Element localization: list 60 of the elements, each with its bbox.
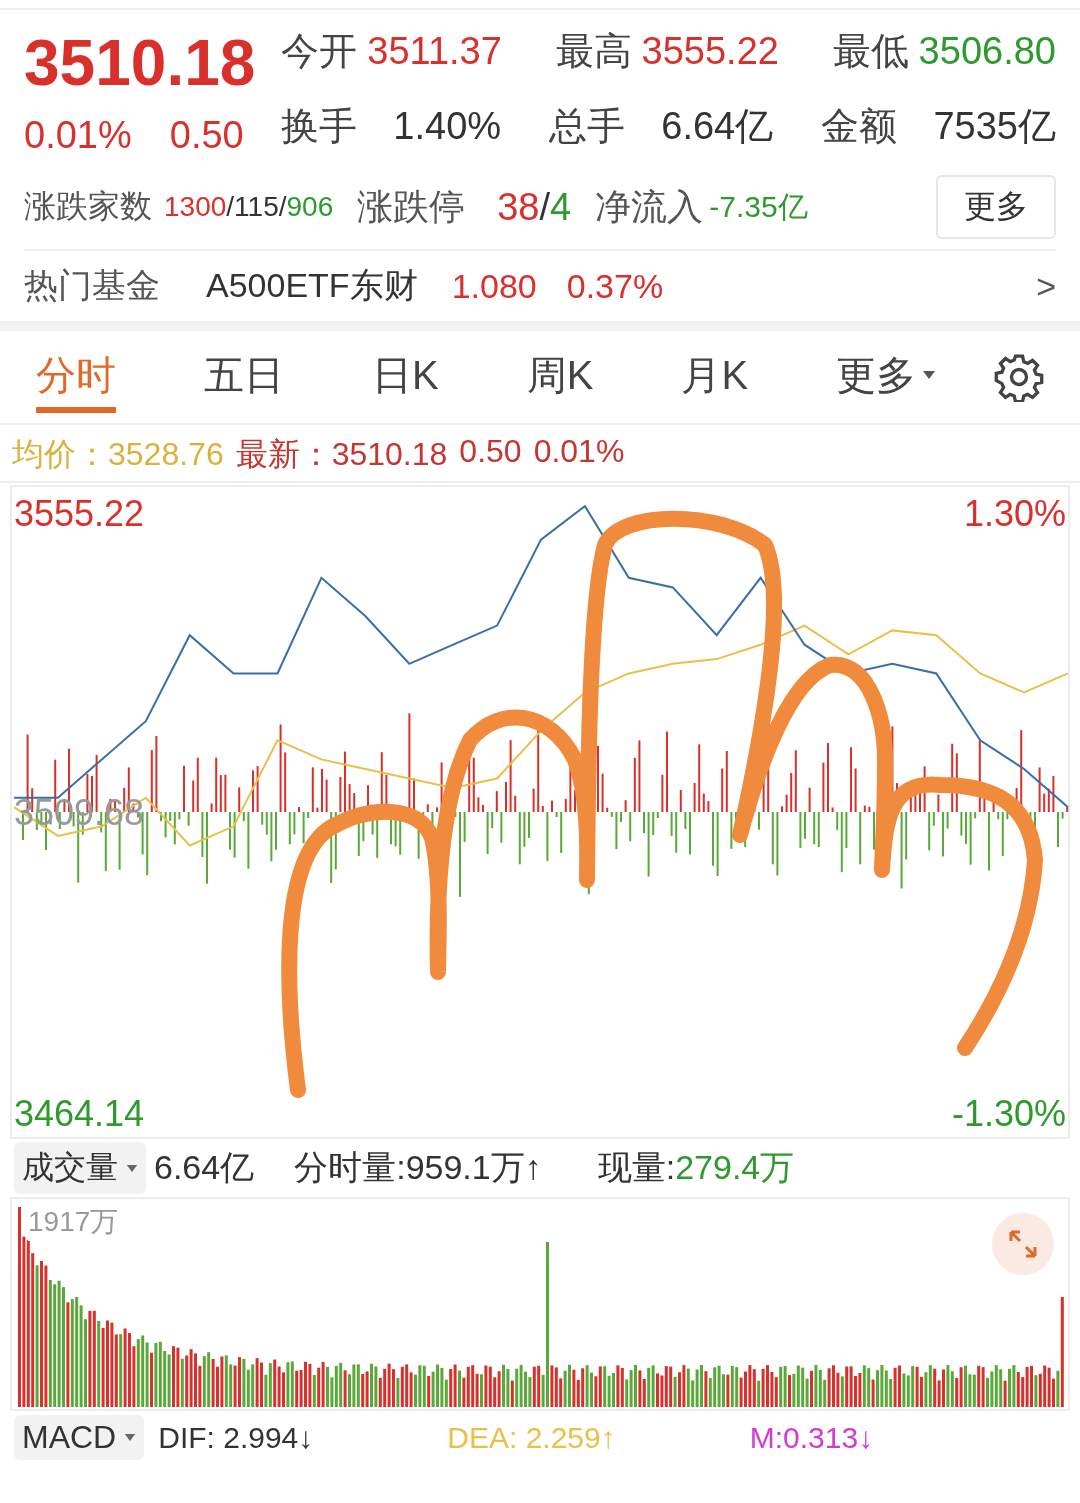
inflow-label: 净流入: [595, 184, 704, 229]
fund-price: 1.080: [451, 266, 537, 306]
stat-label: 今开: [281, 29, 358, 74]
macd-value: M:0.313↓: [749, 1420, 874, 1455]
volume-total: 6.64亿: [154, 1147, 255, 1188]
stat-label: 最高: [555, 29, 632, 74]
axis-label: -1.30%: [951, 1093, 1066, 1135]
fund-name[interactable]: A500ETF东财: [206, 263, 418, 309]
volume-label: 分时量:: [294, 1148, 406, 1186]
axis-label: 1.30%: [963, 493, 1066, 535]
macd-value: DIF: 2.994↓: [158, 1420, 314, 1455]
limit-count: 4: [550, 185, 572, 228]
caret-icon: [124, 1433, 137, 1442]
limit-count: /: [539, 185, 551, 228]
caret-icon: [126, 1163, 138, 1173]
chart-tab[interactable]: 五日: [204, 341, 284, 413]
stat-label: 金额: [821, 104, 898, 149]
latest-percent: 0.01%: [533, 433, 625, 471]
breadth-count: /: [278, 191, 287, 222]
indicator-dropdown[interactable]: MACD: [14, 1415, 145, 1460]
latest-change: 0.50: [459, 433, 522, 471]
indicator-dropdown[interactable]: 成交量: [14, 1142, 146, 1194]
breadth-count: 115: [234, 191, 279, 222]
macd-value: DEA: 2.259↑: [447, 1420, 616, 1455]
more-button[interactable]: 更多: [936, 175, 1056, 239]
stat-value: 7535亿: [933, 104, 1056, 149]
chevron[interactable]: >: [1036, 266, 1056, 306]
change-value: 0.50: [169, 114, 244, 157]
axis-label: 3464.14: [14, 1093, 145, 1135]
fund-change: 0.37%: [566, 266, 664, 306]
latest-price: 最新：3510.18: [235, 435, 448, 473]
change-percent: 0.01%: [24, 114, 132, 157]
chart-tab[interactable]: 月K: [681, 341, 749, 413]
stat-value: 3511.37: [367, 30, 502, 73]
volume-value: 279.4万: [675, 1148, 795, 1186]
stat-label: 总手: [549, 104, 626, 149]
average-price: 均价：3528.76: [12, 435, 224, 473]
stat-label: 最低: [832, 29, 909, 74]
breadth-count: 1300: [164, 191, 227, 222]
index-price: 3510.18: [24, 26, 256, 100]
chart-tab[interactable]: 周K: [526, 341, 594, 413]
limit-label: 涨跌停: [357, 184, 466, 229]
stat-value: 3506.80: [918, 30, 1056, 73]
breadth-count: /: [226, 191, 235, 222]
limit-count: 38: [497, 185, 540, 228]
stat-value: 6.64亿: [661, 104, 774, 149]
inflow-value: -7.35亿: [709, 188, 808, 225]
breadth-count: 906: [286, 191, 334, 222]
volume-label: 现量:: [597, 1148, 676, 1186]
chart-tab[interactable]: 日K: [372, 341, 439, 413]
breadth-label: 涨跌家数: [24, 187, 152, 226]
more-dropdown[interactable]: 更多: [836, 341, 937, 413]
fund-label: 热门基金: [24, 265, 160, 306]
volume-value: 959.1万↑: [405, 1148, 542, 1186]
caret-icon: [922, 370, 937, 380]
stat-value: 1.40%: [393, 105, 502, 148]
stat-label: 换手: [281, 104, 358, 149]
settings-icon[interactable]: [994, 352, 1044, 402]
axis-label: 3555.22: [14, 493, 145, 535]
stat-value: 3555.22: [641, 30, 779, 73]
